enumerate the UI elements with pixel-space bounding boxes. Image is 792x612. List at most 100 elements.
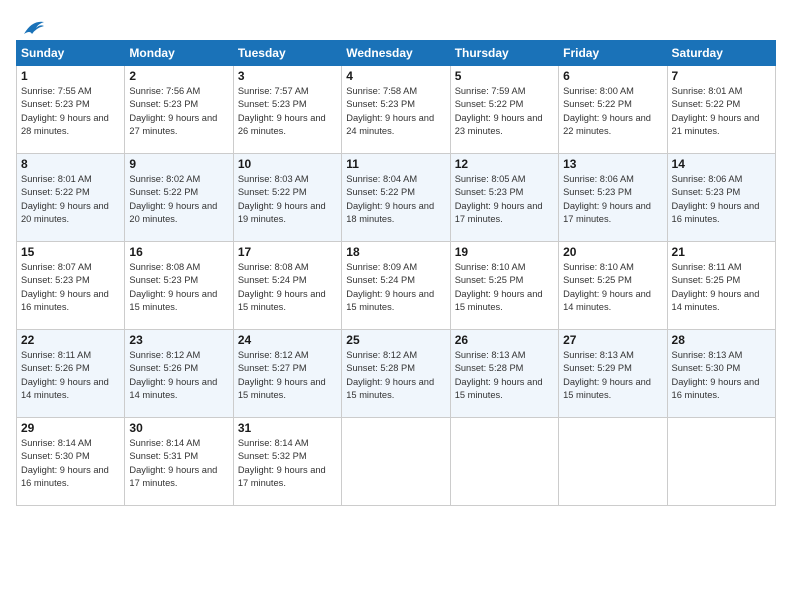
calendar-week-row: 1 Sunrise: 7:55 AMSunset: 5:23 PMDaylight… — [17, 66, 776, 154]
day-number: 29 — [21, 421, 120, 435]
day-detail: Sunrise: 8:09 AMSunset: 5:24 PMDaylight:… — [346, 261, 445, 315]
day-number: 12 — [455, 157, 554, 171]
table-row: 23 Sunrise: 8:12 AMSunset: 5:26 PMDayligh… — [125, 330, 233, 418]
day-number: 24 — [238, 333, 337, 347]
day-number: 26 — [455, 333, 554, 347]
day-detail: Sunrise: 8:07 AMSunset: 5:23 PMDaylight:… — [21, 261, 120, 315]
day-number: 3 — [238, 69, 337, 83]
day-number: 5 — [455, 69, 554, 83]
logo-bird-icon — [18, 16, 46, 38]
table-row: 22 Sunrise: 8:11 AMSunset: 5:26 PMDayligh… — [17, 330, 125, 418]
table-row: 17Sunrise: 8:08 AMSunset: 5:24 PMDayligh… — [233, 242, 341, 330]
day-detail: Sunrise: 8:01 AMSunset: 5:22 PMDaylight:… — [672, 85, 771, 139]
day-number: 16 — [129, 245, 228, 259]
table-row: 4 Sunrise: 7:58 AMSunset: 5:23 PMDaylight… — [342, 66, 450, 154]
day-number: 1 — [21, 69, 120, 83]
day-number: 30 — [129, 421, 228, 435]
table-row: 8 Sunrise: 8:01 AMSunset: 5:22 PMDaylight… — [17, 154, 125, 242]
table-row: 16Sunrise: 8:08 AMSunset: 5:23 PMDayligh… — [125, 242, 233, 330]
table-row: 3 Sunrise: 7:57 AMSunset: 5:23 PMDaylight… — [233, 66, 341, 154]
table-row: 15 Sunrise: 8:07 AMSunset: 5:23 PMDayligh… — [17, 242, 125, 330]
table-row: 29 Sunrise: 8:14 AMSunset: 5:30 PMDayligh… — [17, 418, 125, 506]
day-detail: Sunrise: 8:10 AMSunset: 5:25 PMDaylight:… — [455, 261, 554, 315]
day-detail: Sunrise: 8:11 AMSunset: 5:25 PMDaylight:… — [672, 261, 771, 315]
day-number: 8 — [21, 157, 120, 171]
table-row: 21 Sunrise: 8:11 AMSunset: 5:25 PMDayligh… — [667, 242, 775, 330]
table-row: 11 Sunrise: 8:04 AMSunset: 5:22 PMDayligh… — [342, 154, 450, 242]
table-row: 9Sunrise: 8:02 AMSunset: 5:22 PMDaylight… — [125, 154, 233, 242]
table-row: 27 Sunrise: 8:13 AMSunset: 5:29 PMDayligh… — [559, 330, 667, 418]
table-row: 26 Sunrise: 8:13 AMSunset: 5:28 PMDayligh… — [450, 330, 558, 418]
day-number: 21 — [672, 245, 771, 259]
header-saturday: Saturday — [667, 41, 775, 66]
day-detail: Sunrise: 8:06 AMSunset: 5:23 PMDaylight:… — [563, 173, 662, 227]
table-row: 28 Sunrise: 8:13 AMSunset: 5:30 PMDayligh… — [667, 330, 775, 418]
day-detail: Sunrise: 8:13 AMSunset: 5:29 PMDaylight:… — [563, 349, 662, 403]
day-detail: Sunrise: 7:56 AMSunset: 5:23 PMDaylight:… — [129, 85, 228, 139]
table-row: 12 Sunrise: 8:05 AMSunset: 5:23 PMDayligh… — [450, 154, 558, 242]
day-number: 13 — [563, 157, 662, 171]
day-detail: Sunrise: 8:14 AMSunset: 5:31 PMDaylight:… — [129, 437, 228, 491]
day-number: 28 — [672, 333, 771, 347]
table-row: 5Sunrise: 7:59 AMSunset: 5:22 PMDaylight… — [450, 66, 558, 154]
day-detail: Sunrise: 8:00 AMSunset: 5:22 PMDaylight:… — [563, 85, 662, 139]
table-row: 2 Sunrise: 7:56 AMSunset: 5:23 PMDaylight… — [125, 66, 233, 154]
day-number: 9 — [129, 157, 228, 171]
table-row — [559, 418, 667, 506]
day-number: 4 — [346, 69, 445, 83]
day-detail: Sunrise: 8:10 AMSunset: 5:25 PMDaylight:… — [563, 261, 662, 315]
day-detail: Sunrise: 8:12 AMSunset: 5:26 PMDaylight:… — [129, 349, 228, 403]
table-row: 24Sunrise: 8:12 AMSunset: 5:27 PMDayligh… — [233, 330, 341, 418]
day-detail: Sunrise: 8:03 AMSunset: 5:22 PMDaylight:… — [238, 173, 337, 227]
table-row — [450, 418, 558, 506]
calendar-table: Sunday Monday Tuesday Wednesday Thursday… — [16, 40, 776, 506]
header-sunday: Sunday — [17, 41, 125, 66]
day-detail: Sunrise: 8:06 AMSunset: 5:23 PMDaylight:… — [672, 173, 771, 227]
day-number: 2 — [129, 69, 228, 83]
header-tuesday: Tuesday — [233, 41, 341, 66]
table-row: 30 Sunrise: 8:14 AMSunset: 5:31 PMDayligh… — [125, 418, 233, 506]
calendar-header-row: Sunday Monday Tuesday Wednesday Thursday… — [17, 41, 776, 66]
day-number: 14 — [672, 157, 771, 171]
calendar-week-row: 15 Sunrise: 8:07 AMSunset: 5:23 PMDayligh… — [17, 242, 776, 330]
header — [16, 16, 776, 34]
day-number: 20 — [563, 245, 662, 259]
calendar-week-row: 29 Sunrise: 8:14 AMSunset: 5:30 PMDayligh… — [17, 418, 776, 506]
day-number: 6 — [563, 69, 662, 83]
table-row: 31Sunrise: 8:14 AMSunset: 5:32 PMDayligh… — [233, 418, 341, 506]
table-row: 20 Sunrise: 8:10 AMSunset: 5:25 PMDayligh… — [559, 242, 667, 330]
table-row: 1 Sunrise: 7:55 AMSunset: 5:23 PMDaylight… — [17, 66, 125, 154]
header-wednesday: Wednesday — [342, 41, 450, 66]
table-row: 13 Sunrise: 8:06 AMSunset: 5:23 PMDayligh… — [559, 154, 667, 242]
calendar-week-row: 22 Sunrise: 8:11 AMSunset: 5:26 PMDayligh… — [17, 330, 776, 418]
day-number: 15 — [21, 245, 120, 259]
calendar-week-row: 8 Sunrise: 8:01 AMSunset: 5:22 PMDaylight… — [17, 154, 776, 242]
day-number: 31 — [238, 421, 337, 435]
day-detail: Sunrise: 7:57 AMSunset: 5:23 PMDaylight:… — [238, 85, 337, 139]
day-detail: Sunrise: 8:04 AMSunset: 5:22 PMDaylight:… — [346, 173, 445, 227]
day-number: 22 — [21, 333, 120, 347]
day-number: 19 — [455, 245, 554, 259]
day-detail: Sunrise: 8:12 AMSunset: 5:28 PMDaylight:… — [346, 349, 445, 403]
day-number: 11 — [346, 157, 445, 171]
day-detail: Sunrise: 8:11 AMSunset: 5:26 PMDaylight:… — [21, 349, 120, 403]
day-number: 10 — [238, 157, 337, 171]
day-number: 23 — [129, 333, 228, 347]
day-detail: Sunrise: 8:13 AMSunset: 5:30 PMDaylight:… — [672, 349, 771, 403]
day-number: 17 — [238, 245, 337, 259]
logo — [16, 16, 46, 34]
table-row: 6 Sunrise: 8:00 AMSunset: 5:22 PMDaylight… — [559, 66, 667, 154]
day-detail: Sunrise: 7:58 AMSunset: 5:23 PMDaylight:… — [346, 85, 445, 139]
header-thursday: Thursday — [450, 41, 558, 66]
day-detail: Sunrise: 8:05 AMSunset: 5:23 PMDaylight:… — [455, 173, 554, 227]
day-number: 18 — [346, 245, 445, 259]
table-row — [342, 418, 450, 506]
day-number: 27 — [563, 333, 662, 347]
day-detail: Sunrise: 7:55 AMSunset: 5:23 PMDaylight:… — [21, 85, 120, 139]
day-detail: Sunrise: 8:13 AMSunset: 5:28 PMDaylight:… — [455, 349, 554, 403]
calendar-page: Sunday Monday Tuesday Wednesday Thursday… — [0, 0, 792, 612]
day-detail: Sunrise: 8:01 AMSunset: 5:22 PMDaylight:… — [21, 173, 120, 227]
table-row: 19 Sunrise: 8:10 AMSunset: 5:25 PMDayligh… — [450, 242, 558, 330]
day-detail: Sunrise: 8:14 AMSunset: 5:30 PMDaylight:… — [21, 437, 120, 491]
table-row: 7Sunrise: 8:01 AMSunset: 5:22 PMDaylight… — [667, 66, 775, 154]
